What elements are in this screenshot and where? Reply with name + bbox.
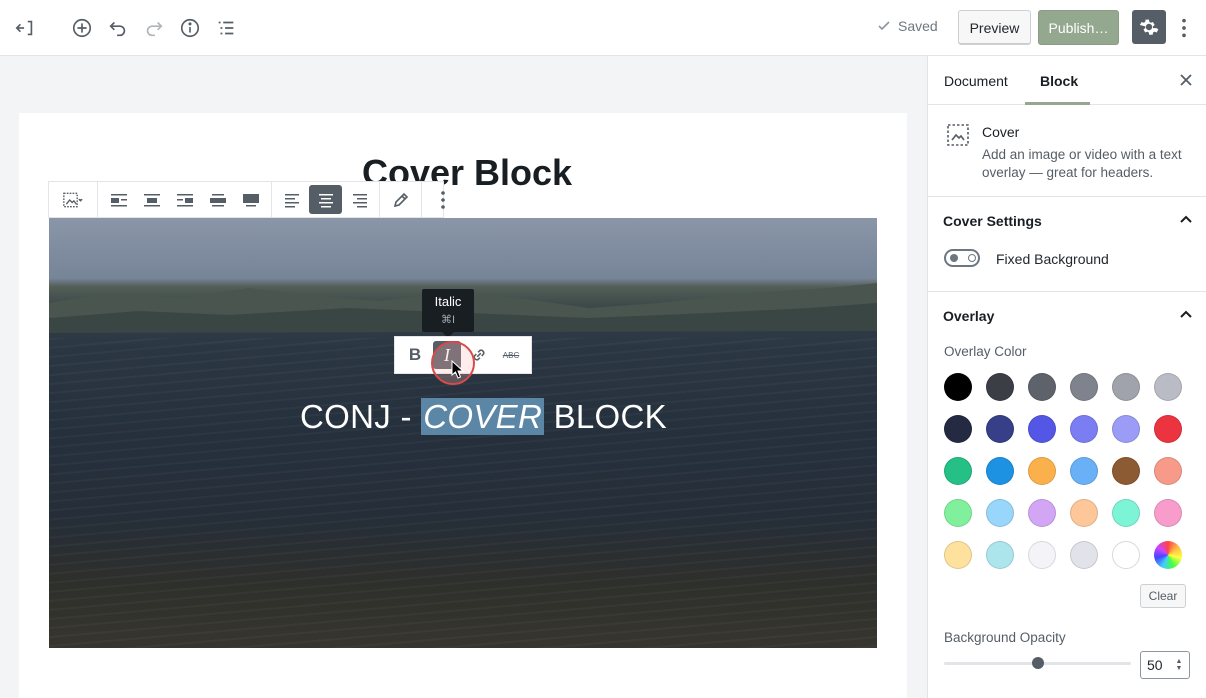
color-swatch[interactable]	[944, 415, 972, 443]
color-swatch[interactable]	[1154, 457, 1182, 485]
cover-text-selected: COVER	[421, 398, 545, 435]
gear-icon	[1139, 19, 1159, 35]
color-swatch[interactable]	[1070, 499, 1098, 527]
fixed-background-label: Fixed Background	[996, 251, 1109, 267]
color-swatch[interactable]	[1154, 541, 1182, 569]
block-toolbar	[48, 181, 445, 218]
editor-header: Saved Preview Publish…	[0, 0, 1206, 56]
color-swatch[interactable]	[1154, 499, 1182, 527]
outline-icon[interactable]	[208, 10, 244, 46]
align-wide-icon[interactable]	[201, 185, 234, 214]
add-block-icon[interactable]	[64, 10, 100, 46]
overlay-panel-toggle[interactable]: Overlay	[928, 292, 1206, 338]
bold-button[interactable]: B	[401, 341, 429, 369]
align-left-icon[interactable]	[102, 185, 135, 214]
check-icon	[878, 21, 890, 31]
color-swatch[interactable]	[986, 541, 1014, 569]
strikethrough-button[interactable]: ABC	[497, 341, 525, 369]
tooltip-title: Italic	[434, 294, 462, 309]
panel-title: Overlay	[943, 308, 995, 324]
block-card: Cover Add an image or video with a text …	[928, 105, 1206, 197]
color-swatch[interactable]	[1070, 373, 1098, 401]
opacity-slider[interactable]	[944, 657, 1131, 669]
italic-tooltip: Italic ⌘I	[422, 289, 474, 338]
preview-button[interactable]: Preview	[958, 10, 1031, 45]
fixed-background-toggle[interactable]	[944, 249, 980, 267]
cover-water-texture	[49, 338, 877, 648]
color-swatch[interactable]	[944, 541, 972, 569]
sidebar-tabs: Document Block	[928, 56, 1206, 105]
background-opacity-label: Background Opacity	[944, 630, 1066, 645]
settings-sidebar: Document Block Cover Add an image or vid…	[927, 56, 1206, 698]
align-center-block-icon[interactable]	[135, 185, 168, 214]
more-vertical-icon[interactable]	[426, 185, 459, 214]
toggle-knob	[950, 254, 958, 262]
publish-button[interactable]: Publish…	[1038, 10, 1119, 45]
color-swatch[interactable]	[986, 415, 1014, 443]
mouse-cursor-icon	[451, 360, 465, 379]
panel-title: Cover Settings	[943, 213, 1042, 229]
toggle-off-indicator	[968, 254, 976, 262]
cover-text[interactable]: CONJ - COVER BLOCK	[300, 398, 667, 436]
saved-status: Saved	[876, 18, 938, 34]
saved-label: Saved	[898, 18, 938, 34]
block-name: Cover	[982, 124, 1020, 140]
block-description: Add an image or video with a text overla…	[982, 147, 1182, 180]
align-full-icon[interactable]	[234, 185, 267, 214]
text-align-center-icon[interactable]	[309, 185, 342, 214]
opacity-value: 50	[1147, 657, 1163, 673]
settings-button[interactable]	[1132, 10, 1166, 44]
cover-image-icon[interactable]	[53, 185, 93, 214]
opacity-slider-thumb[interactable]	[1031, 657, 1044, 669]
overlay-color-label: Overlay Color	[944, 344, 1027, 359]
color-swatch[interactable]	[1112, 373, 1140, 401]
color-swatch[interactable]	[1070, 457, 1098, 485]
color-swatch[interactable]	[986, 499, 1014, 527]
color-swatch[interactable]	[1070, 541, 1098, 569]
tab-document[interactable]: Document	[944, 73, 1008, 89]
text-align-left-icon[interactable]	[276, 185, 309, 214]
pencil-icon[interactable]	[384, 185, 417, 214]
undo-icon[interactable]	[100, 10, 136, 46]
text-align-right-icon[interactable]	[342, 185, 375, 214]
cover-settings-panel-toggle[interactable]: Cover Settings	[928, 197, 1206, 243]
redo-icon[interactable]	[136, 10, 172, 46]
color-swatch[interactable]	[1112, 541, 1140, 569]
color-swatch[interactable]	[1028, 415, 1056, 443]
tab-block[interactable]: Block	[1040, 73, 1078, 89]
color-swatch[interactable]	[944, 457, 972, 485]
spinner-icon[interactable]: ▲ ▼	[1175, 658, 1183, 672]
cover-text-plain: CONJ -	[300, 398, 422, 435]
info-icon[interactable]	[172, 10, 208, 46]
color-swatch[interactable]	[986, 457, 1014, 485]
color-swatch[interactable]	[1028, 457, 1056, 485]
chevron-up-icon	[1180, 215, 1192, 223]
close-icon[interactable]	[1178, 72, 1194, 88]
color-swatch[interactable]	[1028, 373, 1056, 401]
color-swatch[interactable]	[1028, 541, 1056, 569]
opacity-number-input[interactable]: 50 ▲ ▼	[1140, 651, 1190, 679]
color-swatch[interactable]	[944, 373, 972, 401]
clear-color-button[interactable]: Clear	[1140, 584, 1186, 608]
color-swatch[interactable]	[1028, 499, 1056, 527]
more-icon	[1182, 18, 1186, 38]
chevron-up-icon	[1180, 310, 1192, 318]
tooltip-shortcut: ⌘I	[440, 314, 456, 326]
color-swatch[interactable]	[1112, 499, 1140, 527]
cover-block-icon	[947, 124, 969, 146]
cover-text-plain-end: BLOCK	[544, 398, 667, 435]
color-swatch[interactable]	[944, 499, 972, 527]
back-icon[interactable]	[7, 10, 43, 46]
more-menu-button[interactable]	[1172, 10, 1196, 46]
align-right-icon[interactable]	[168, 185, 201, 214]
color-swatch[interactable]	[1154, 373, 1182, 401]
color-swatch[interactable]	[1112, 457, 1140, 485]
color-swatch[interactable]	[1070, 415, 1098, 443]
color-swatch[interactable]	[1154, 415, 1182, 443]
color-swatch[interactable]	[986, 373, 1014, 401]
color-swatch[interactable]	[1112, 415, 1140, 443]
